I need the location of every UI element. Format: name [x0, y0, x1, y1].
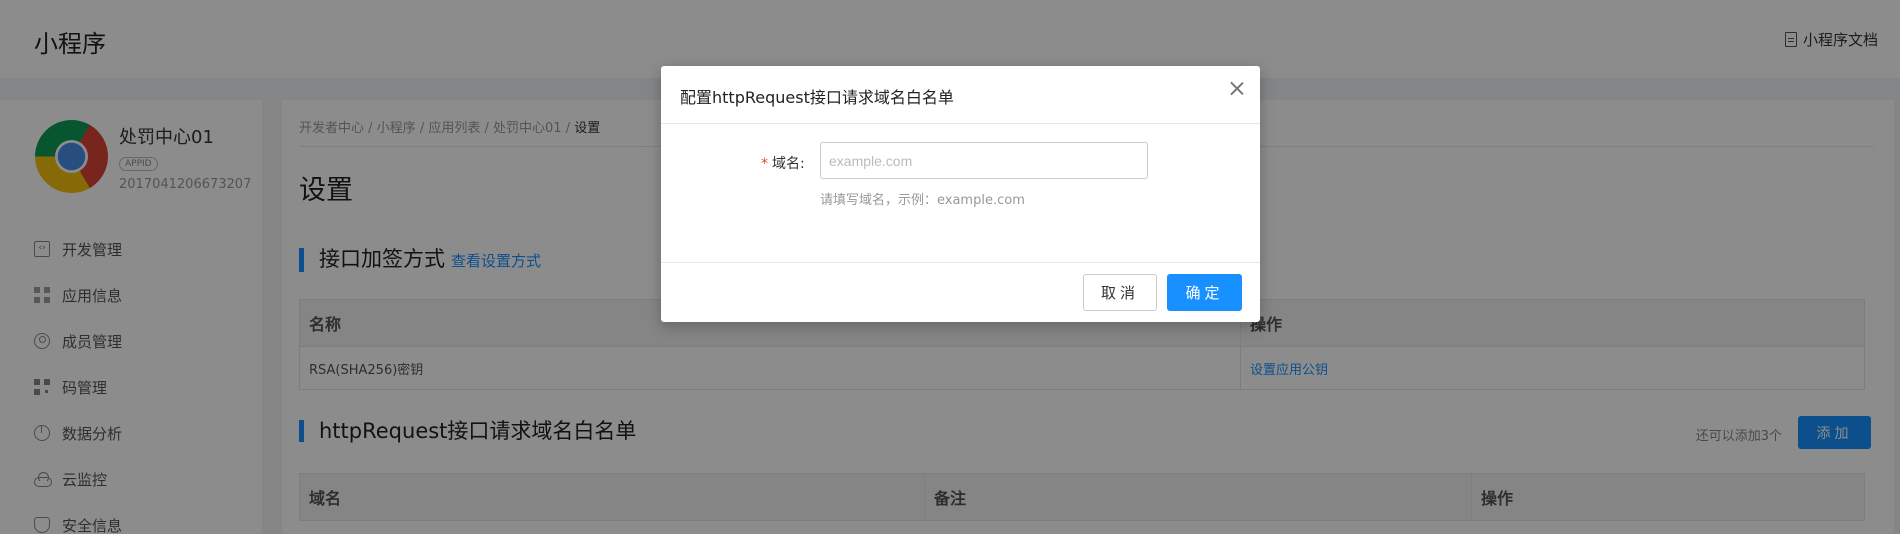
- domain-label-text: 域名:: [772, 156, 805, 172]
- divider: [661, 262, 1260, 263]
- whitelist-modal: 配置httpRequest接口请求域名白名单 *域名: 请填写域名，示例：exa…: [661, 66, 1260, 322]
- close-icon[interactable]: [1228, 80, 1246, 98]
- domain-input[interactable]: [820, 142, 1148, 179]
- cancel-button[interactable]: 取消: [1083, 274, 1157, 311]
- required-mark: *: [761, 156, 768, 172]
- divider: [661, 123, 1260, 124]
- domain-label: * 域名:: [761, 153, 805, 173]
- modal-title: 配置httpRequest接口请求域名白名单: [680, 88, 954, 107]
- domain-hint: 请填写域名，示例：example.com: [820, 193, 1025, 208]
- confirm-button[interactable]: 确定: [1167, 274, 1242, 311]
